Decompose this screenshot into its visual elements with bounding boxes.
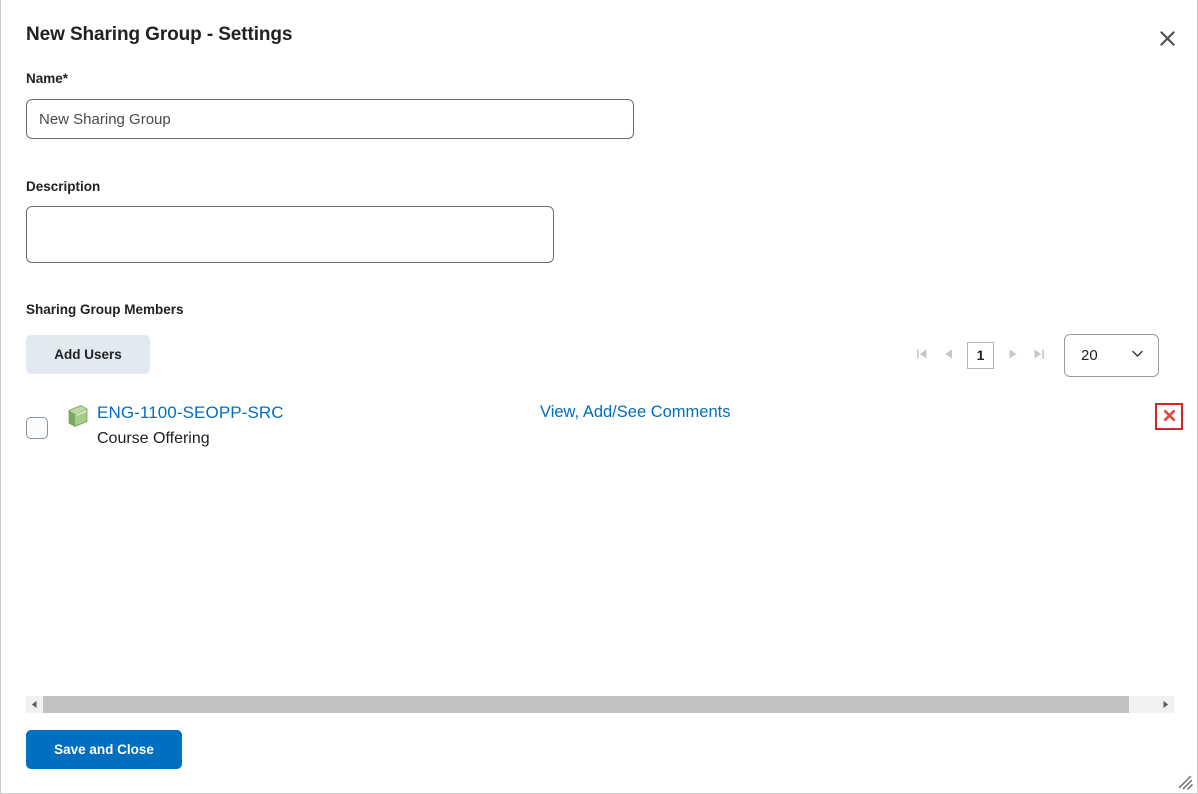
settings-dialog: New Sharing Group - Settings Name* Descr… <box>0 0 1198 794</box>
first-page-icon <box>915 347 929 364</box>
name-label: Name* <box>26 71 68 86</box>
close-icon <box>1159 30 1176 47</box>
previous-page-button[interactable] <box>935 342 961 368</box>
pagination: 1 <box>909 332 1052 378</box>
chevron-down-icon <box>1130 346 1145 366</box>
description-label: Description <box>26 179 101 194</box>
current-page-indicator[interactable]: 1 <box>967 341 994 369</box>
page-size-value: 20 <box>1081 347 1098 364</box>
row-select-checkbox[interactable] <box>26 417 48 439</box>
row-type-label: Course Offering <box>97 430 210 447</box>
close-button[interactable] <box>1151 22 1183 54</box>
dialog-header: New Sharing Group - Settings <box>1 0 1197 64</box>
delete-x-icon <box>1162 408 1177 426</box>
last-page-button[interactable] <box>1026 342 1052 368</box>
description-input[interactable] <box>26 206 554 263</box>
comments-link[interactable]: View, Add/See Comments <box>540 403 730 422</box>
scroll-left-icon <box>30 697 39 712</box>
first-page-button[interactable] <box>909 342 935 368</box>
horizontal-scrollbar[interactable] <box>26 696 1174 713</box>
course-book-icon <box>62 401 92 431</box>
save-and-close-button[interactable]: Save and Close <box>26 730 182 769</box>
name-label-text: Name <box>26 71 63 86</box>
scroll-right-button[interactable] <box>1157 696 1174 713</box>
name-input[interactable] <box>26 99 634 139</box>
members-label: Sharing Group Members <box>26 302 184 317</box>
delete-row-button[interactable] <box>1155 403 1183 430</box>
course-offering-link[interactable]: ENG-1100-SEOPP-SRC <box>97 403 284 423</box>
scroll-right-icon <box>1161 697 1170 712</box>
required-marker: * <box>62 71 69 86</box>
previous-page-icon <box>941 347 955 364</box>
scrollbar-track[interactable] <box>43 696 1157 713</box>
scroll-left-button[interactable] <box>26 696 43 713</box>
next-page-button[interactable] <box>1000 342 1026 368</box>
table-row: ENG-1100-SEOPP-SRC Course Offering View,… <box>1 396 1197 458</box>
scrollbar-thumb[interactable] <box>43 696 1130 713</box>
page-size-select[interactable]: 20 <box>1064 334 1159 377</box>
last-page-icon <box>1032 347 1046 364</box>
page-title: New Sharing Group - Settings <box>26 24 293 45</box>
next-page-icon <box>1006 347 1020 364</box>
add-users-button[interactable]: Add Users <box>26 335 150 374</box>
resize-grip-icon[interactable] <box>1176 773 1194 791</box>
